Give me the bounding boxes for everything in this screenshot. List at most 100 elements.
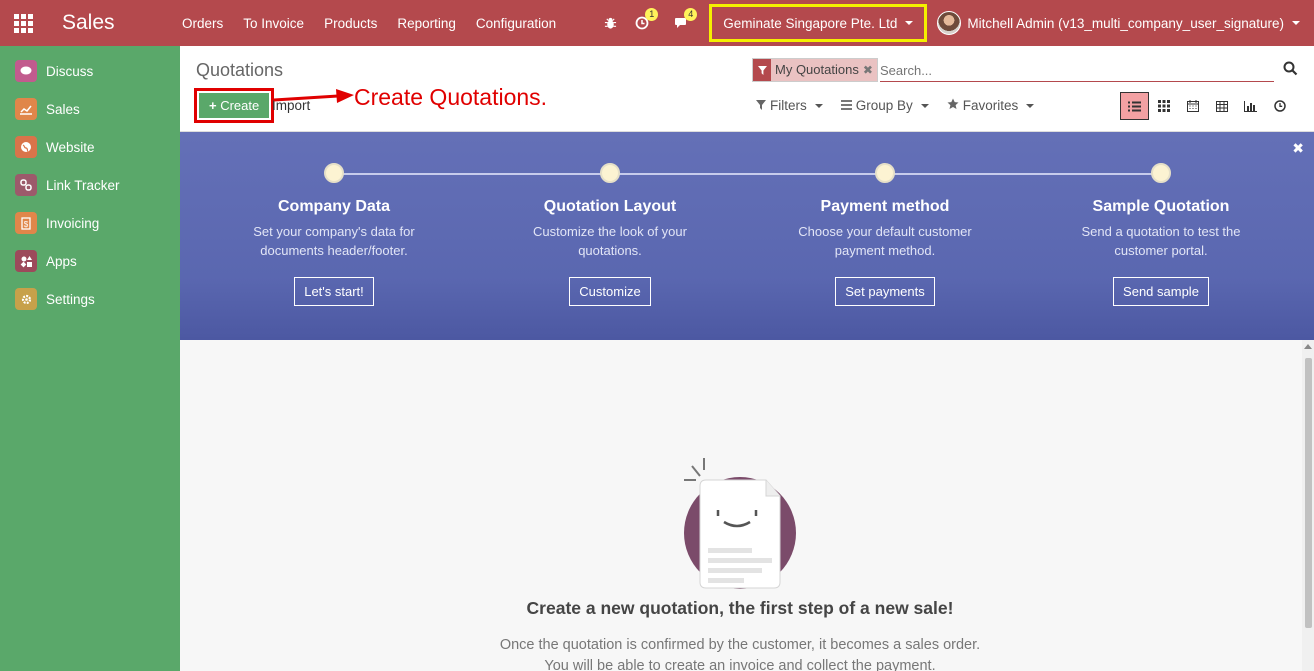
app-menu-icon[interactable] [0,0,46,46]
gear-icon [15,288,37,310]
activity-clock-icon[interactable]: 1 [635,8,659,30]
step-title: Payment method [820,198,950,215]
top-menu: Orders To Invoice Products Reporting Con… [172,16,566,31]
menu-orders[interactable]: Orders [172,16,233,31]
activity-badge: 1 [645,8,659,21]
sidebar-item-label: Discuss [46,63,94,79]
create-label: Create [220,98,260,113]
sidebar-item-label: Link Tracker [46,177,120,193]
facet-label: My Quotations [775,62,859,77]
sidebar-item-settings[interactable]: Settings [0,280,180,318]
onboarding-step-payment: Payment method Choose your default custo… [775,163,995,306]
step-dot [600,163,620,183]
navbar-systray: 1 4 Geminate Singapore Pte. Ltd Mitchell… [595,0,1314,46]
sidebar-item-discuss[interactable]: Discuss [0,52,180,90]
messages-badge: 4 [684,8,698,21]
search-icon[interactable] [1283,61,1298,79]
menu-products[interactable]: Products [314,16,387,31]
debug-bug-icon[interactable] [604,17,617,30]
company-switcher[interactable]: Geminate Singapore Pte. Ltd [709,4,928,42]
step-desc-line: documents header/footer. [260,243,408,258]
sidebar-item-sales[interactable]: Sales [0,90,180,128]
scroll-up-icon[interactable] [1304,344,1312,349]
chevron-down-icon [1026,103,1035,108]
empty-document-illustration [684,458,796,589]
search-facet: My Quotations ✖ [752,58,878,82]
company-name: Geminate Singapore Pte. Ltd [723,15,898,31]
sidebar-item-label: Sales [46,101,80,117]
menu-configuration[interactable]: Configuration [466,16,566,31]
breadcrumb: Quotations [196,60,284,80]
onboarding-step-company: Company Data Set your company's data for… [224,163,444,306]
menu-reporting[interactable]: Reporting [387,16,466,31]
step-description: Choose your default customer payment met… [775,222,995,260]
empty-state-help: Once the quotation is confirmed by the c… [499,637,981,653]
empty-state-title: Create a new quotation, the first step o… [526,598,954,618]
empty-state-panel: Create a new quotation, the first step o… [180,340,1314,671]
control-panel: Quotations + Create Import Create Quotat… [180,46,1314,132]
avatar [937,11,962,35]
user-menu[interactable]: Mitchell Admin (v13_multi_company_user_s… [937,11,1314,35]
search-input[interactable] [880,60,1274,82]
step-dot [324,163,344,183]
chevron-down-icon [814,103,823,108]
step-title: Company Data [277,198,391,215]
pivot-view-icon[interactable] [1207,92,1236,120]
sidebar-item-website[interactable]: Website [0,128,180,166]
graph-view-icon[interactable] [1236,92,1265,120]
chevron-down-icon [1292,21,1300,25]
sidebar-item-link-tracker[interactable]: Link Tracker [0,166,180,204]
kanban-view-icon[interactable] [1149,92,1178,120]
step-desc-line: quotations. [578,243,642,258]
search-options: Filters Group By Favorites [756,98,1035,113]
chevron-down-icon [905,21,914,25]
sidebar-item-label: Apps [46,253,77,269]
step-description: Customize the look of your quotations. [500,222,720,260]
empty-state-help: You will be able to create an invoice an… [544,658,936,671]
link-icon [15,174,37,196]
search-bar: My Quotations ✖ [752,58,1298,84]
close-icon[interactable]: ✖ [1292,140,1304,157]
user-name: Mitchell Admin (v13_multi_company_user_s… [967,15,1284,31]
sidebar-item-apps[interactable]: Apps [0,242,180,280]
step-desc-line: Customize the look of your [533,224,687,239]
list-bars-icon [840,99,852,113]
step-description: Send a quotation to test the customer po… [1051,222,1271,260]
step-dot [875,163,895,183]
filter-icon [756,99,766,113]
favorites-dropdown[interactable]: Favorites [947,98,1035,113]
top-navbar: Sales Orders To Invoice Products Reporti… [0,0,1314,46]
step-desc-line: Set your company's data for [253,224,415,239]
menu-to-invoice[interactable]: To Invoice [233,16,314,31]
scroll-thumb[interactable] [1305,358,1312,628]
step-title: Sample Quotation [1092,198,1230,215]
groupby-label: Group By [855,98,913,113]
scrollbar[interactable] [1302,340,1314,671]
sidebar-item-label: Website [46,139,95,155]
list-view-icon[interactable] [1120,92,1149,120]
filters-dropdown[interactable]: Filters [756,98,823,113]
lets-start-button[interactable]: Let's start! [294,277,374,306]
sales-chart-icon [15,98,37,120]
onboarding-timeline [334,173,1160,175]
groupby-dropdown[interactable]: Group By [840,98,929,113]
filters-label: Filters [770,98,807,113]
invoice-icon: $ [15,212,37,234]
filter-icon [753,59,771,81]
step-desc-line: payment method. [834,243,936,258]
customize-button[interactable]: Customize [569,277,651,306]
close-icon[interactable]: ✖ [863,59,877,81]
annotation-text: Create Quotations. [354,84,548,110]
chevron-down-icon [920,103,929,108]
create-button[interactable]: + Create [199,93,270,118]
calendar-view-icon[interactable] [1178,92,1207,120]
messages-chat-icon[interactable]: 4 [674,8,698,30]
activity-view-icon[interactable] [1265,92,1294,120]
step-desc-line: Send a quotation to test the [1081,224,1241,239]
sidebar-item-invoicing[interactable]: $ Invoicing [0,204,180,242]
create-button-highlight: + Create [194,88,275,123]
sidebar-item-label: Settings [46,291,95,307]
send-sample-button[interactable]: Send sample [1113,277,1209,306]
set-payments-button[interactable]: Set payments [835,277,935,306]
step-dot [1151,163,1171,183]
